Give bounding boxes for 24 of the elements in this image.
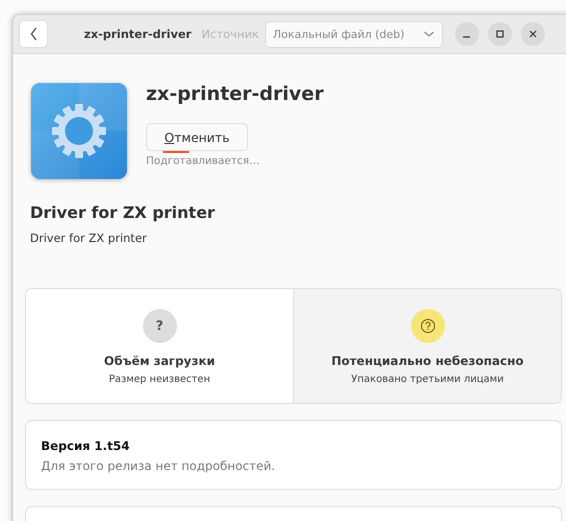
app-name: zx-printer-driver bbox=[146, 83, 324, 105]
summary-heading: Driver for ZX printer bbox=[30, 203, 216, 222]
version-details: Для этого релиза нет подробностей. bbox=[41, 459, 276, 473]
tile-title: Потенциально небезопасно bbox=[331, 354, 524, 368]
info-tile[interactable]: Потенциально небезопасно Упаковано третьими лицами bbox=[293, 289, 561, 403]
maximize-button[interactable] bbox=[488, 22, 512, 46]
tile-title: Объём загрузки bbox=[104, 354, 215, 368]
question-circle-icon bbox=[410, 309, 444, 343]
summary-description: Driver for ZX printer bbox=[30, 231, 148, 245]
back-icon bbox=[30, 27, 38, 41]
close-button[interactable] bbox=[520, 22, 545, 46]
gear-icon bbox=[30, 82, 128, 180]
tile-subtitle: Размер неизвестен bbox=[108, 374, 210, 385]
cancel-button[interactable]: Отменить bbox=[146, 123, 248, 151]
close-icon bbox=[528, 29, 538, 39]
window-title: zx-printer-driver bbox=[84, 27, 192, 41]
back-button[interactable] bbox=[19, 20, 48, 48]
chevron-down-icon bbox=[422, 30, 435, 38]
minimize-icon bbox=[463, 36, 470, 38]
version-title: Версия 1.t54 bbox=[41, 439, 131, 453]
tile-subtitle: Упаковано третьими лицами bbox=[351, 374, 504, 385]
status-text: Подготавливается… bbox=[146, 155, 261, 167]
maximize-icon bbox=[494, 29, 505, 39]
question-badge: ? bbox=[142, 309, 176, 343]
